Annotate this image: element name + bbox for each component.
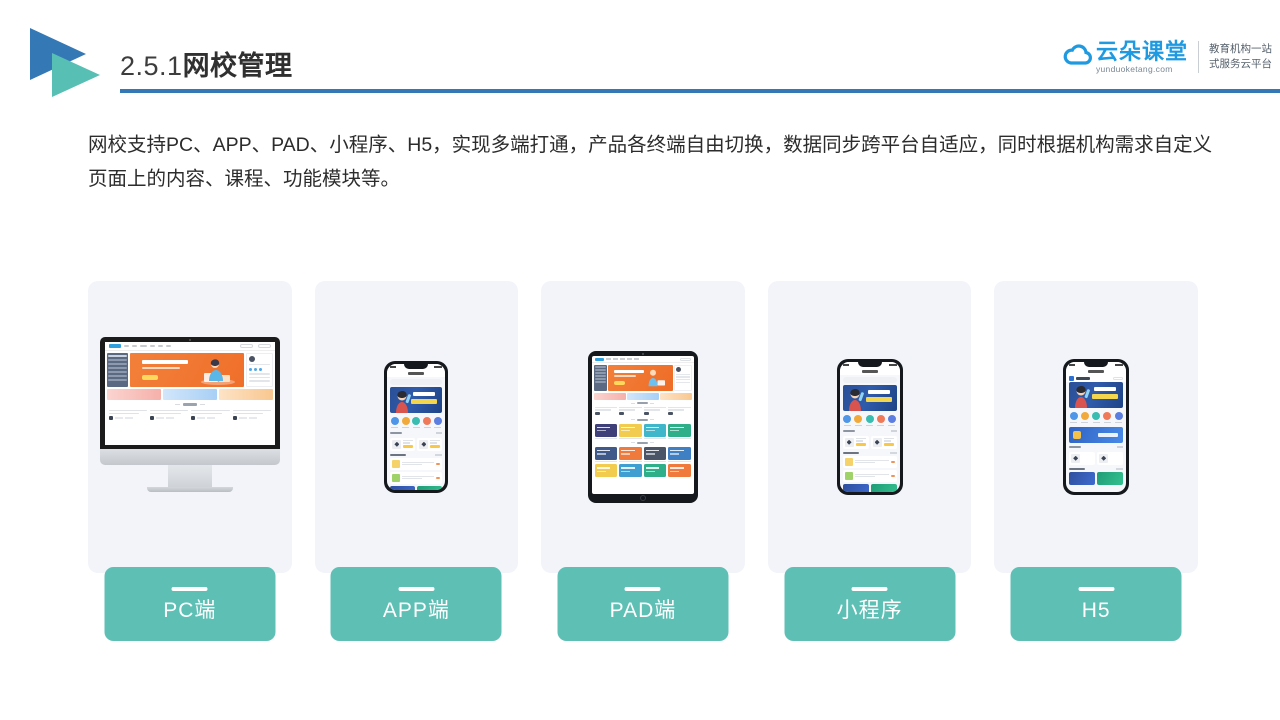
- tablet-course-grid-row2: [592, 446, 694, 461]
- h5-mockup-visual: [994, 281, 1198, 573]
- section-title: 网校管理: [182, 51, 293, 81]
- smartphone-icon: [384, 361, 449, 493]
- title-underline-rule: [120, 89, 1280, 93]
- device-card-pad[interactable]: PAD端: [541, 281, 745, 641]
- page-title: 2.5.1网校管理: [120, 44, 293, 83]
- device-label-text: PC端: [163, 599, 217, 622]
- device-card-miniprogram[interactable]: 小程序: [767, 281, 972, 641]
- desktop-monitor-icon: [99, 336, 280, 492]
- label-accent-bar: [171, 587, 208, 591]
- device-label-miniprogram[interactable]: 小程序: [784, 567, 956, 641]
- device-label-text: 小程序: [836, 599, 903, 622]
- triangle-teal-icon: [52, 53, 100, 97]
- device-label-text: APP端: [382, 599, 450, 622]
- device-cards-row: PC端 APP端 PAD端 小程序 H5: [88, 281, 1198, 641]
- brand-domain: yunduoketang.com: [1095, 64, 1173, 75]
- label-accent-bar: [1078, 587, 1115, 591]
- pad-mockup-visual: [541, 281, 745, 573]
- brand-tagline-line2: 式服务云平台: [1209, 58, 1272, 70]
- brand-tagline-line1: 教育机构一站: [1209, 42, 1272, 55]
- brand-tagline: 教育机构一站 式服务云平台: [1209, 42, 1272, 72]
- tablet-icon: [587, 351, 698, 503]
- tablet-course-grid-row1: [592, 423, 694, 438]
- brand-name: 云朵课堂: [1095, 38, 1188, 64]
- slide-root: 2.5.1网校管理 云朵课堂 yunduoketang.com 教育机构一站 式…: [0, 0, 1280, 720]
- brand-divider: [1198, 41, 1199, 73]
- device-card-app[interactable]: APP端: [314, 281, 519, 641]
- smartphone-icon: [1063, 359, 1130, 495]
- brand-lockup: 云朵课堂 yunduoketang.com 教育机构一站 式服务云平台: [1060, 32, 1272, 82]
- device-label-text: PAD端: [609, 599, 677, 622]
- pc-mockup-visual: [88, 281, 292, 573]
- device-card-h5[interactable]: H5: [994, 281, 1198, 641]
- section-number: 2.5.1: [120, 51, 183, 81]
- body-paragraph: 网校支持PC、APP、PAD、小程序、H5，实现多端打通，产品各终端自由切换，数…: [88, 134, 1213, 190]
- device-label-pad[interactable]: PAD端: [557, 567, 729, 641]
- device-label-text: H5: [1081, 599, 1111, 622]
- cloud-icon: [1060, 40, 1094, 74]
- device-label-app[interactable]: APP端: [330, 567, 502, 641]
- tablet-course-grid-row3: [592, 463, 694, 478]
- smartphone-icon: [836, 359, 903, 495]
- device-label-h5[interactable]: H5: [1010, 567, 1182, 641]
- app-mockup-visual: [315, 281, 519, 573]
- device-card-pc[interactable]: PC端: [88, 281, 292, 641]
- label-accent-bar: [398, 587, 435, 591]
- label-accent-bar: [851, 587, 888, 591]
- device-label-pc[interactable]: PC端: [104, 567, 276, 641]
- miniprogram-mockup-visual: [768, 281, 972, 573]
- play-triangle-logo-icon: [26, 28, 118, 100]
- brand-logo: 云朵课堂 yunduoketang.com: [1060, 40, 1188, 74]
- label-accent-bar: [624, 587, 661, 591]
- slide-header: 2.5.1网校管理 云朵课堂 yunduoketang.com 教育机构一站 式…: [0, 0, 1280, 110]
